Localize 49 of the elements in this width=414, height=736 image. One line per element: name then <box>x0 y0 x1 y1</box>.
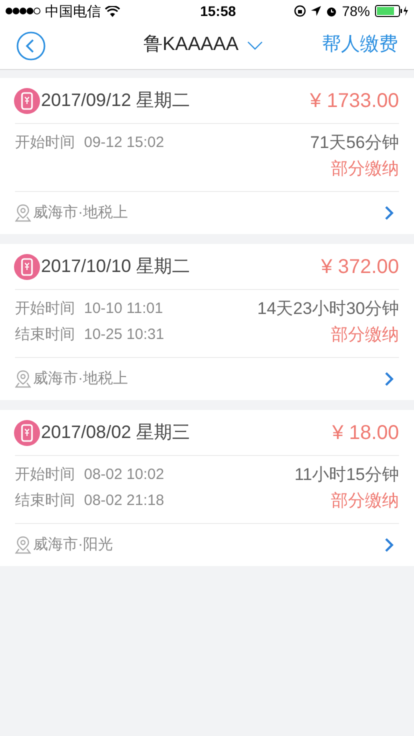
battery-percent: 78% <box>342 2 370 20</box>
phone-payment-icon <box>14 88 40 114</box>
time-value: 10-10 11:01 <box>84 299 163 319</box>
time-label: 开始时间 <box>15 133 75 153</box>
record-amount: ¥ 372.00 <box>321 254 399 280</box>
location-pin-icon <box>15 370 31 388</box>
chevron-right-icon[interactable] <box>384 371 394 387</box>
duration: 11小时15分钟 <box>294 465 399 485</box>
location-text: 威海市·地税上 <box>33 202 128 223</box>
wifi-icon <box>105 6 120 16</box>
record-card[interactable]: 2017/08/02 星期三 ¥ 18.00 开始时间 08-02 10:02 结束时间 08-02 21:18 11小时15分钟 部分缴纳 威海市·阳光 <box>0 410 414 566</box>
plate-selector[interactable]: 鲁KAAAAA <box>143 31 263 60</box>
payment-status: 部分缴纳 <box>331 325 399 345</box>
location-text: 威海市·阳光 <box>33 534 113 555</box>
time-value: 08-02 10:02 <box>84 465 164 485</box>
time-label: 结束时间 <box>15 325 75 345</box>
record-amount: ¥ 1733.00 <box>310 88 399 114</box>
location-text: 威海市·地税上 <box>33 368 128 389</box>
alarm-icon <box>326 6 337 16</box>
record-card[interactable]: 2017/10/10 星期二 ¥ 372.00 开始时间 10-10 11:01 结束时间 10-25 10:31 14天23小时30分钟 部分缴纳 威海市·地税上 <box>0 244 414 400</box>
phone-payment-icon <box>14 254 40 280</box>
carrier-name: 中国电信 <box>45 2 101 20</box>
record-date: 2017/09/12 星期二 <box>41 89 190 112</box>
time-label: 开始时间 <box>15 299 75 319</box>
record-card[interactable]: 2017/09/12 星期二 ¥ 1733.00 开始时间 09-12 15:02 71天56分钟 部分缴纳 威海市·地税上 <box>0 78 414 234</box>
signal-icon <box>5 7 41 15</box>
back-button[interactable] <box>16 30 46 60</box>
record-date: 2017/08/02 星期三 <box>41 421 190 444</box>
chevron-down-icon <box>246 41 263 50</box>
record-amount: ¥ 18.00 <box>332 420 399 446</box>
duration: 71天56分钟 <box>310 133 399 153</box>
payment-status: 部分缴纳 <box>331 491 399 511</box>
time-label: 开始时间 <box>15 465 75 485</box>
record-date: 2017/10/10 星期二 <box>41 255 190 278</box>
chevron-right-icon[interactable] <box>384 537 394 553</box>
time-label: 结束时间 <box>15 491 75 511</box>
time-value: 10-25 10:31 <box>84 325 164 345</box>
time-value: 08-02 21:18 <box>84 491 164 511</box>
time-value: 09-12 15:02 <box>84 133 164 153</box>
location-pin-icon <box>15 204 31 222</box>
rotation-lock-icon <box>294 5 306 17</box>
status-time: 15:58 <box>200 2 236 20</box>
battery-charging-icon <box>375 5 409 17</box>
chevron-right-icon[interactable] <box>384 205 394 221</box>
location-pin-icon <box>15 536 31 554</box>
duration: 14天23小时30分钟 <box>257 299 399 319</box>
phone-payment-icon <box>14 420 40 446</box>
payment-status: 部分缴纳 <box>331 159 399 179</box>
location-arrow-icon <box>310 6 321 16</box>
